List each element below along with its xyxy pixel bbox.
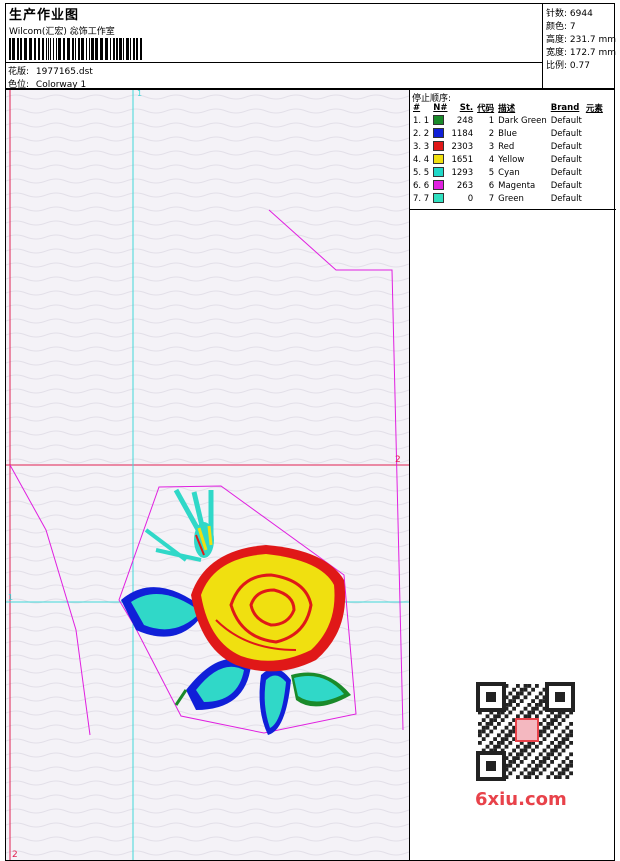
column-header: Brand xyxy=(550,103,580,113)
marker-right-2: 2 xyxy=(395,455,401,465)
table-cell: Yellow xyxy=(498,154,525,165)
marker-left-1: 1 xyxy=(8,593,13,602)
table-cell xyxy=(584,153,605,166)
table-row: 4. 4 1651 4 Yellow Default xyxy=(411,153,605,166)
table-cell xyxy=(584,179,605,192)
design-scale: 比例: 0.77 xyxy=(546,61,590,71)
marker-bottom-2: 2 xyxy=(12,850,18,860)
table-cell xyxy=(431,153,449,166)
table-cell xyxy=(431,114,449,127)
watermark-text: 6xiu.com xyxy=(475,789,567,810)
table-cell: 5. 5 xyxy=(413,167,430,178)
table-cell: 6 xyxy=(488,180,495,191)
table-cell xyxy=(584,166,605,179)
table-cell: Blue xyxy=(498,128,517,139)
marker-top-1: 1 xyxy=(137,90,142,98)
table-cell: 5 xyxy=(488,167,495,178)
table-row: 6. 6 263 6 Magenta Default xyxy=(411,179,605,192)
table-cell xyxy=(584,140,605,153)
table-cell xyxy=(431,127,449,140)
table-cell: Default xyxy=(550,193,582,204)
table-row: 1. 1 248 1 Dark Green Default xyxy=(411,114,605,127)
table-cell: Cyan xyxy=(498,167,520,178)
table-cell xyxy=(584,114,605,127)
column-header: N# xyxy=(433,103,448,113)
table-cell xyxy=(431,179,449,192)
qr-code xyxy=(470,681,582,781)
table-cell: 2303 xyxy=(451,141,474,152)
table-cell: 1 xyxy=(488,115,495,126)
color-swatch xyxy=(433,154,445,165)
table-cell: Green xyxy=(498,193,524,204)
table-row: 2. 2 1184 2 Blue Default xyxy=(411,127,605,140)
table-cell: Magenta xyxy=(498,180,536,191)
color-swatch xyxy=(433,141,445,152)
table-cell xyxy=(584,127,605,140)
stats-panel: 针数: 6944 颜色: 7 高度: 231.7 mm 宽度: 172.7 mm… xyxy=(542,4,617,88)
table-row: 3. 3 2303 3 Red Default xyxy=(411,140,605,153)
table-cell: 4. 4 xyxy=(413,154,430,165)
page-title: 生产作业图 xyxy=(9,8,80,23)
table-cell: 7 xyxy=(488,193,495,204)
table-cell: Default xyxy=(550,167,582,178)
column-header: 元素 xyxy=(585,104,603,114)
table-cell: 0 xyxy=(467,193,474,204)
header: 生产作业图 Wilcom(汇宏) 惢饰工作室 花版: 1977165.dst 色… xyxy=(5,3,617,90)
table-cell xyxy=(431,166,449,179)
design-height: 高度: 231.7 mm xyxy=(546,35,617,45)
color-swatch xyxy=(433,167,445,178)
table-cell: Default xyxy=(550,128,582,139)
table-cell xyxy=(584,192,605,205)
barcode xyxy=(9,38,142,60)
design-svg: 1 2 1 2 xyxy=(6,90,409,860)
table-cell: 263 xyxy=(456,180,474,191)
table-cell: 3 xyxy=(488,141,495,152)
table-row: 7. 7 0 7 Green Default xyxy=(411,192,605,205)
fabric-texture xyxy=(6,90,409,860)
color-swatch xyxy=(433,193,445,204)
table-cell: Default xyxy=(550,154,582,165)
table-cell: 1293 xyxy=(451,167,474,178)
design-width: 宽度: 172.7 mm xyxy=(546,48,617,58)
column-header: 代码 xyxy=(477,104,495,114)
color-swatch xyxy=(433,115,445,126)
design-canvas[interactable]: 1 2 1 2 xyxy=(5,89,410,861)
table-body: 1. 1 248 1 Dark Green Default 2. 2 1184 2 Blue De… xyxy=(411,114,605,205)
table-cell: Red xyxy=(498,141,515,152)
table-cell: 4 xyxy=(488,154,495,165)
table-cell xyxy=(431,140,449,153)
header-info: 生产作业图 Wilcom(汇宏) 惢饰工作室 花版: 1977165.dst 色… xyxy=(6,4,542,90)
column-header: 描述 xyxy=(498,104,516,114)
design-label: 花版: xyxy=(8,67,30,77)
table-cell: Default xyxy=(550,115,582,126)
table-cell: 1184 xyxy=(451,128,474,139)
table-cell: 1651 xyxy=(451,154,474,165)
column-header: # xyxy=(413,103,421,113)
color-count: 颜色: 7 xyxy=(546,22,576,32)
table-cell xyxy=(431,192,449,205)
table-cell: 7. 7 xyxy=(413,193,430,204)
table-cell: 1. 1 xyxy=(413,115,430,126)
table-cell: 6. 6 xyxy=(413,180,430,191)
table-header-row: # N# St. 代码 描述 Brand 元素 xyxy=(411,102,605,114)
column-header: St. xyxy=(459,103,474,113)
design-value: 1977165.dst xyxy=(35,67,93,77)
table-row: 5. 5 1293 5 Cyan Default xyxy=(411,166,605,179)
table-cell: 248 xyxy=(456,115,474,126)
table-cell: 2 xyxy=(488,128,495,139)
table-cell: Dark Green xyxy=(498,115,547,126)
stitch-count: 针数: 6944 xyxy=(546,9,593,19)
stop-sequence-box: 停止顺序: # N# St. 代码 描述 Brand 元素 1. 1 248 1 Dark Gre… xyxy=(410,90,616,210)
design-row: 花版: 1977165.dst xyxy=(8,64,93,77)
table-cell: Default xyxy=(550,180,582,191)
color-swatch xyxy=(433,128,445,139)
table-cell: 3. 3 xyxy=(413,141,430,152)
table-cell: Default xyxy=(550,141,582,152)
table-cell: 2. 2 xyxy=(413,128,430,139)
stop-sequence-table: # N# St. 代码 描述 Brand 元素 1. 1 248 1 Dark Green Defa… xyxy=(411,102,605,205)
color-swatch xyxy=(433,180,445,191)
company-name: Wilcom(汇宏) 惢饰工作室 xyxy=(9,27,115,37)
design-info: 花版: 1977165.dst 色位: Colorway 1 xyxy=(6,62,542,90)
